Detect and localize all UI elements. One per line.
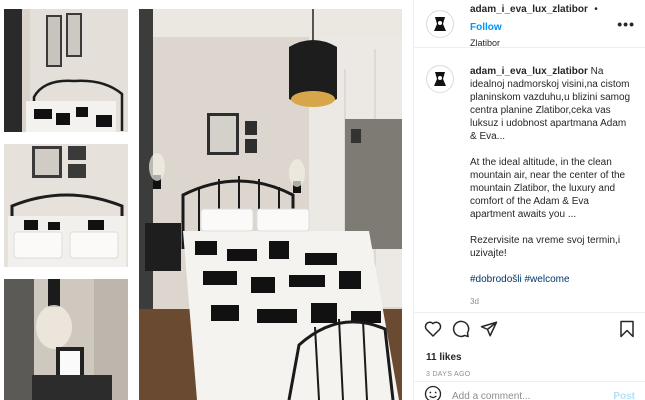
comment-icon[interactable]: [452, 320, 470, 343]
caption-text-sr: Na idealnoj nadmorskoj visini,na cistom …: [470, 66, 631, 142]
share-icon[interactable]: [480, 320, 498, 343]
post-side-panel: adam_i_eva_lux_zlatibor • Follow Zlatibo…: [413, 0, 645, 400]
likes-count[interactable]: 11 likes: [426, 352, 635, 363]
caption-body: adam_i_eva_lux_zlatibor Na idealnoj nadm…: [470, 65, 633, 308]
heart-icon[interactable]: [424, 320, 442, 342]
gallery-photo-main[interactable]: [139, 9, 402, 400]
caption-age: 3d: [470, 297, 479, 306]
hashtag-link[interactable]: #dobrodošli: [470, 274, 522, 285]
bedroom-photo-1-image: [4, 9, 128, 132]
post-timestamp[interactable]: 3 DAYS AGO: [426, 371, 635, 378]
caption-hashtags: #dobrodošli #welcome: [470, 273, 633, 286]
caption-text-cta: Rezervisite na vreme svoj termin,i uziva…: [470, 235, 621, 259]
gallery-photo-1[interactable]: [4, 9, 128, 132]
post-media[interactable]: [0, 0, 413, 400]
action-bar: 11 likes 3 DAYS AGO: [414, 312, 645, 378]
bookmark-icon[interactable]: [619, 320, 635, 343]
avatar[interactable]: [426, 9, 454, 38]
profile-logo-icon: [434, 72, 446, 86]
caption-text-en: At the ideal altitude, in the clean moun…: [470, 157, 626, 220]
profile-logo-icon: [434, 16, 446, 31]
caption-section: adam_i_eva_lux_zlatibor Na idealnoj nadm…: [414, 49, 645, 311]
caption-avatar[interactable]: [426, 65, 454, 93]
hashtag-link[interactable]: #welcome: [525, 274, 570, 285]
comment-bar: Post: [414, 381, 645, 400]
follow-button[interactable]: Follow: [470, 22, 502, 33]
post-header-text: adam_i_eva_lux_zlatibor • Follow Zlatibo…: [470, 0, 617, 48]
location-link[interactable]: Zlatibor: [470, 38, 617, 48]
more-options-icon[interactable]: •••: [617, 16, 635, 32]
caption-row: adam_i_eva_lux_zlatibor Na idealnoj nadm…: [426, 65, 633, 308]
post-comment-button[interactable]: Post: [613, 391, 635, 400]
comment-input[interactable]: [452, 391, 614, 400]
bedroom-photo-2-image: [4, 144, 128, 267]
emoji-icon[interactable]: [424, 385, 442, 400]
bedroom-main-image: [139, 9, 402, 400]
separator-dot: •: [594, 4, 598, 15]
gallery-photo-2[interactable]: [4, 144, 128, 267]
bedroom-photo-3-image: [4, 279, 128, 400]
caption-username[interactable]: adam_i_eva_lux_zlatibor: [470, 66, 588, 77]
caption-paragraph-sr: adam_i_eva_lux_zlatibor Na idealnoj nadm…: [470, 65, 633, 143]
header-username[interactable]: adam_i_eva_lux_zlatibor: [470, 4, 588, 15]
post-header: adam_i_eva_lux_zlatibor • Follow Zlatibo…: [414, 0, 645, 48]
action-icons: [424, 320, 635, 342]
gallery-photo-3[interactable]: [4, 279, 128, 400]
